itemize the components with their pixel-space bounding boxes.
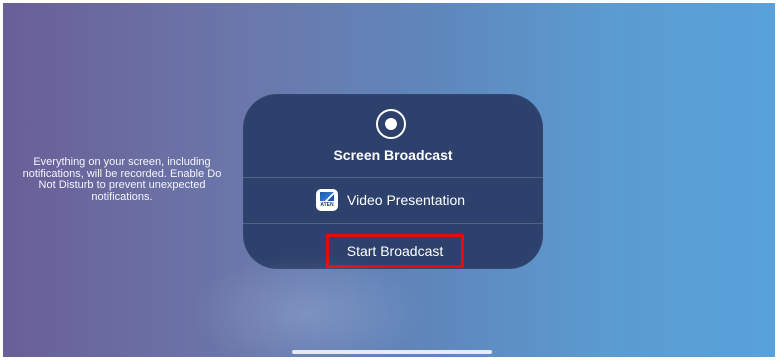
recording-warning-text: Everything on your screen, including not…: [22, 156, 222, 203]
record-icon: [376, 109, 406, 139]
panel-title: Screen Broadcast: [333, 147, 453, 163]
screen-broadcast-panel: Screen Broadcast ATEN Video Presentation…: [243, 94, 543, 269]
app-name: Video Presentation: [347, 192, 466, 208]
video-presentation-option[interactable]: ATEN Video Presentation: [243, 177, 543, 223]
start-broadcast-button[interactable]: Start Broadcast: [326, 234, 464, 268]
app-logo-text: ATEN: [320, 202, 334, 208]
broadcast-screen: Everything on your screen, including not…: [3, 3, 775, 357]
home-indicator[interactable]: [292, 350, 492, 354]
app-divider: [243, 223, 543, 224]
aten-app-icon: ATEN: [316, 189, 338, 211]
app-logo-flag: [320, 192, 334, 201]
